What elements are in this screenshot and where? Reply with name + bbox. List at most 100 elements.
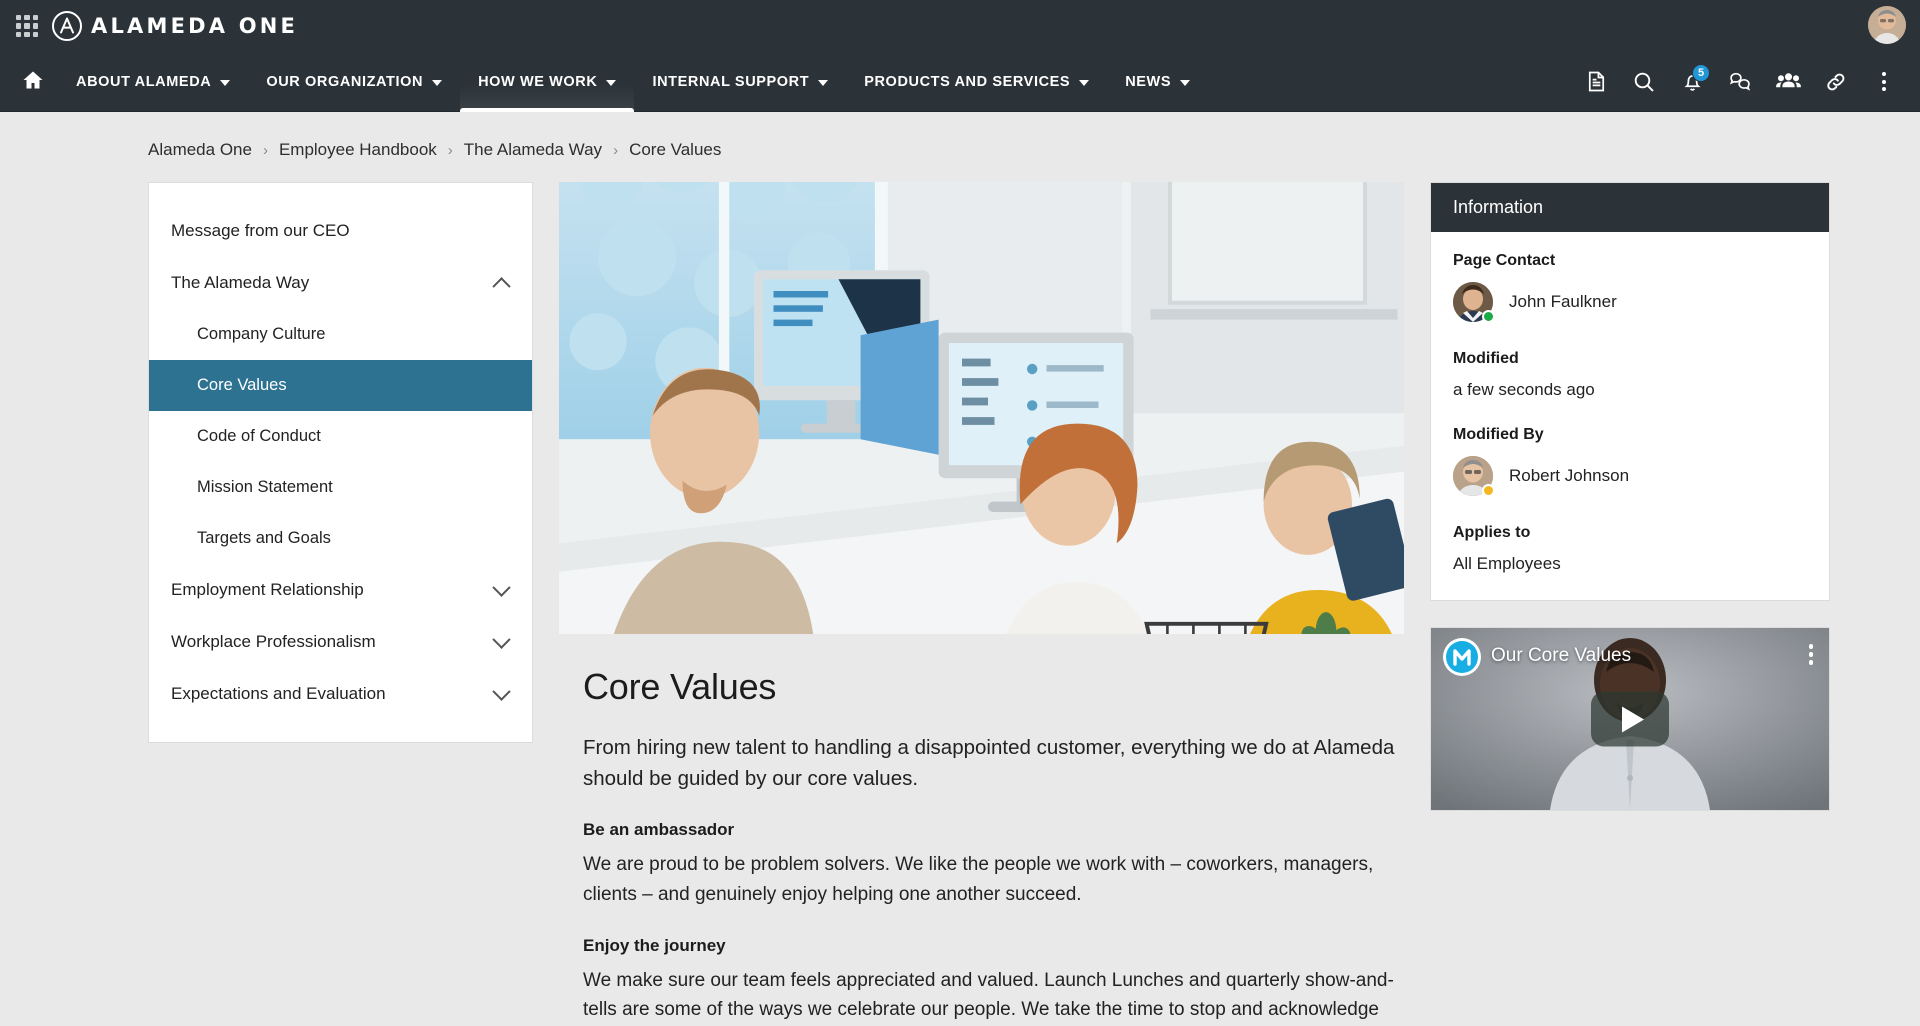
breadcrumb-item-2[interactable]: The Alameda Way <box>464 140 602 160</box>
chevron-down-icon <box>1180 79 1191 86</box>
sidebar-item-employment-relationship[interactable]: Employment Relationship <box>149 564 532 616</box>
bell-notification-icon[interactable]: 5 <box>1670 60 1714 104</box>
main-navigation-bar: ABOUT ALAMEDA OUR ORGANIZATION HOW WE WORK… <box>0 52 1920 112</box>
breadcrumb-separator: › <box>262 141 268 159</box>
modified-by-label: Modified By <box>1453 426 1544 443</box>
brand-logo[interactable]: ALAMEDA ONE <box>52 11 298 41</box>
sidebar-item-label: The Alameda Way <box>171 273 310 292</box>
sidebar-item-core-values[interactable]: Core Values <box>149 360 532 411</box>
alameda-mark-icon <box>52 11 82 41</box>
modified-by-name: Robert Johnson <box>1509 466 1630 485</box>
applies-to-block: Applies to All Employees <box>1453 524 1807 574</box>
sidebar-item-expectations-and-evaluation[interactable]: Expectations and Evaluation <box>149 668 532 720</box>
sidebar-item-message-from-our-ceo[interactable]: Message from our CEO <box>149 205 532 257</box>
breadcrumb-item-0[interactable]: Alameda One <box>148 140 252 160</box>
main-content: Core Values From hiring new talent to ha… <box>559 182 1404 1026</box>
kebab-dots <box>1882 72 1886 91</box>
handbook-sidebar-nav: Message from our CEO The Alameda Way Compa… <box>148 182 533 743</box>
article-section: Be an ambassador We are proud to be prob… <box>583 820 1402 909</box>
modified-by-block: Modified By Robert Johnson <box>1453 426 1807 497</box>
nav-item-label: HOW WE WORK <box>478 73 598 90</box>
article-lead: From hiring new talent to handling a dis… <box>583 736 1395 791</box>
nav-item-label: INTERNAL SUPPORT <box>652 73 810 90</box>
chevron-up-icon[interactable] <box>492 276 511 296</box>
nav-item-how-we-work[interactable]: HOW WE WORK <box>460 52 635 112</box>
video-more-vertical-icon[interactable] <box>1808 644 1813 665</box>
more-vertical-icon[interactable] <box>1862 60 1906 104</box>
nav-item-our-organization[interactable]: OUR ORGANIZATION <box>248 52 460 111</box>
chevron-down-icon <box>432 79 443 86</box>
nav-item-about-alameda[interactable]: ABOUT ALAMEDA <box>58 52 248 111</box>
chevron-down-icon[interactable] <box>492 577 511 597</box>
breadcrumb: Alameda One › Employee Handbook › The Al… <box>0 112 1920 160</box>
article-section: Enjoy the journey We make sure our team … <box>583 936 1402 1026</box>
avatar <box>1453 282 1495 323</box>
nav-utility-icons: 5 <box>1574 52 1920 111</box>
sidebar-item-code-of-conduct[interactable]: Code of Conduct <box>149 411 532 462</box>
chevron-down-icon[interactable] <box>492 629 511 649</box>
information-card: Information Page Contact John Faulkner M… <box>1430 182 1830 601</box>
chat-bubbles-icon[interactable] <box>1718 60 1762 104</box>
modified-label: Modified <box>1453 350 1519 367</box>
page-contact-label: Page Contact <box>1453 252 1556 269</box>
sidebar-item-label: Mission Statement <box>197 478 333 496</box>
sidebar-item-label: Expectations and Evaluation <box>171 684 386 703</box>
nav-item-label: OUR ORGANIZATION <box>266 73 424 90</box>
page-contact-person[interactable]: John Faulkner <box>1453 282 1807 323</box>
breadcrumb-item-current[interactable]: Core Values <box>629 140 721 160</box>
breadcrumb-item-1[interactable]: Employee Handbook <box>279 140 437 160</box>
sidebar-item-the-alameda-way[interactable]: The Alameda Way <box>149 257 532 309</box>
nav-item-internal-support[interactable]: INTERNAL SUPPORT <box>634 52 846 111</box>
sidebar-item-company-culture[interactable]: Company Culture <box>149 309 532 360</box>
page-contact-name: John Faulkner <box>1509 292 1617 311</box>
sidebar-item-label: Message from our CEO <box>171 221 350 240</box>
search-icon[interactable] <box>1622 60 1666 104</box>
nav-item-label: NEWS <box>1125 73 1172 90</box>
sidebar-item-label: Targets and Goals <box>197 529 331 547</box>
nav-item-news[interactable]: NEWS <box>1107 52 1208 111</box>
sidebar-item-label: Company Culture <box>197 325 326 343</box>
video-card: Our Core Values <box>1430 627 1830 811</box>
nav-home-button[interactable] <box>10 52 58 111</box>
chevron-down-icon <box>1079 79 1090 86</box>
article-body: Core Values From hiring new talent to ha… <box>559 634 1404 1026</box>
nav-item-label: ABOUT ALAMEDA <box>76 73 212 90</box>
home-icon <box>22 69 44 95</box>
hero-image <box>559 182 1404 634</box>
applies-to-value: All Employees <box>1453 554 1561 573</box>
section-heading: Enjoy the journey <box>583 935 726 955</box>
play-button-icon[interactable] <box>1591 691 1669 747</box>
link-chain-icon[interactable] <box>1814 60 1858 104</box>
section-heading: Be an ambassador <box>583 820 735 840</box>
notification-badge: 5 <box>1692 63 1710 82</box>
sidebar-item-targets-and-goals[interactable]: Targets and Goals <box>149 513 532 564</box>
information-card-body: Page Contact John Faulkner Modified a fe… <box>1431 232 1829 600</box>
nav-item-label: PRODUCTS AND SERVICES <box>864 73 1071 90</box>
page-contact-block: Page Contact John Faulkner <box>1453 252 1807 323</box>
page-title: Core Values <box>583 666 777 707</box>
modified-by-person[interactable]: Robert Johnson <box>1453 456 1807 497</box>
document-icon[interactable] <box>1574 60 1618 104</box>
video-title: Our Core Values <box>1491 645 1632 666</box>
video-player[interactable]: Our Core Values <box>1431 628 1829 810</box>
m-circle-logo-icon <box>1443 638 1481 676</box>
presence-indicator-away <box>1482 484 1495 497</box>
brand-title: ALAMEDA ONE <box>91 14 299 38</box>
apps-grid-icon[interactable] <box>16 15 38 37</box>
sidebar-item-label: Code of Conduct <box>197 427 321 445</box>
chevron-down-icon <box>220 79 231 86</box>
play-triangle <box>1621 706 1644 732</box>
chevron-down-icon[interactable] <box>492 681 511 701</box>
modified-block: Modified a few seconds ago <box>1453 350 1807 400</box>
sidebar-item-mission-statement[interactable]: Mission Statement <box>149 462 532 513</box>
people-group-icon[interactable] <box>1766 60 1810 104</box>
sidebar-item-label: Workplace Professionalism <box>171 632 376 651</box>
sidebar-item-workplace-professionalism[interactable]: Workplace Professionalism <box>149 616 532 668</box>
section-body: We make sure our team feels appreciated … <box>583 969 1394 1021</box>
modified-value: a few seconds ago <box>1453 380 1595 399</box>
user-avatar[interactable] <box>1868 6 1906 44</box>
applies-to-label: Applies to <box>1453 524 1531 541</box>
nav-item-products-and-services[interactable]: PRODUCTS AND SERVICES <box>846 52 1107 111</box>
chevron-down-icon <box>606 79 617 86</box>
right-rail: Information Page Contact John Faulkner M… <box>1430 182 1830 837</box>
